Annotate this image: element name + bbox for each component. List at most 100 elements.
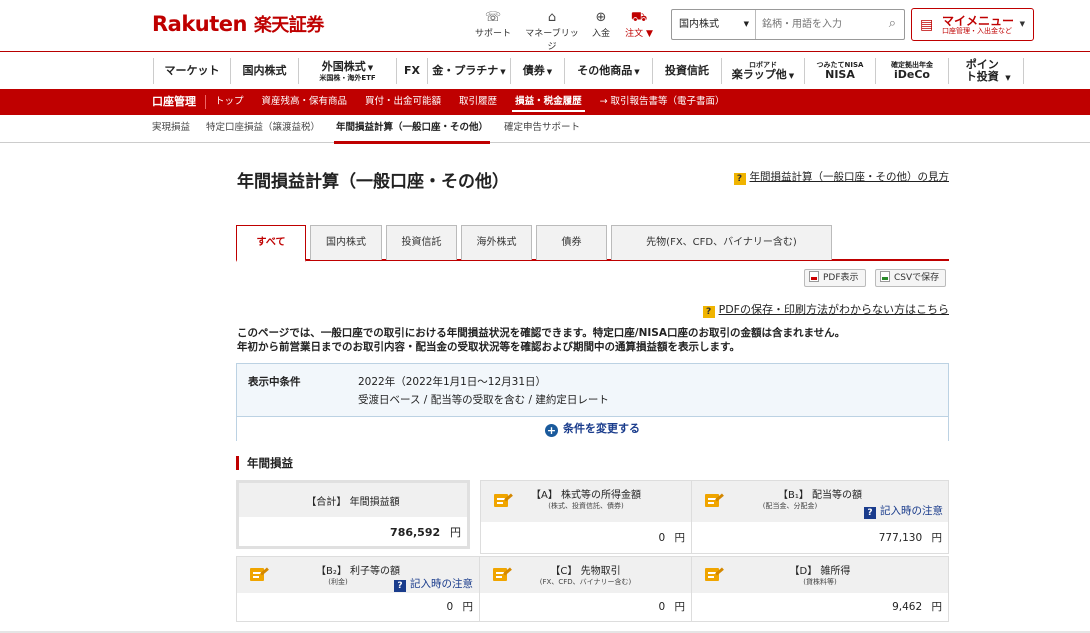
question-icon: ?: [394, 580, 406, 592]
b1-note-link[interactable]: ? 記入時の注意: [864, 503, 943, 519]
tab-domestic-stock[interactable]: 国内株式: [310, 225, 382, 260]
description-line: 年初から前営業日までのお取引内容・配当金の受取状況等を確認および期間中の通算損益…: [237, 341, 740, 353]
my-menu-button[interactable]: ▤ マイメニュー 口座管理・入出金など ▼: [911, 8, 1034, 41]
rakuten-logo[interactable]: Rakuten 楽天証券: [152, 11, 324, 37]
d-value: 9,462: [892, 601, 923, 613]
logo-en: Rakuten: [152, 12, 248, 36]
tab-futures[interactable]: 先物(FX、CFD、バイナリー含む): [611, 225, 832, 260]
gnav-foreign-stock[interactable]: 外国株式 ▼ 米国株・海外ETF: [298, 58, 396, 84]
gnav-robo[interactable]: ロボアド 楽ラップ他 ▼: [721, 58, 804, 84]
card-d-amount: 9,462 円: [892, 599, 942, 614]
memo-icon: [703, 567, 725, 583]
account-nav: 口座管理 トップ 資産残高・保有商品 買付・出金可能額 取引履歴 損益・税金履歴…: [0, 89, 1090, 115]
tab-bond[interactable]: 債券: [536, 225, 607, 260]
card-b1: 【B₁】 配当等の額 (配当金、分配金) ? 記入時の注意 777,130 円: [692, 480, 949, 554]
c-value: 0: [658, 601, 666, 613]
top-header: Rakuten 楽天証券 ☏ サポート ⌂ マネーブリッジ ⊕ 入金 ⛟ 注文 …: [0, 0, 1090, 52]
condition-options: 受渡日ベース / 配当等の受取を含む / 建約定日レート: [358, 394, 609, 406]
gnav-label: 金・プラチナ: [432, 63, 499, 77]
subnav-annual-pl[interactable]: 年間損益計算（一般口座・その他）: [330, 115, 494, 144]
card-total-amount: 786,592 円: [390, 524, 461, 540]
csv-button[interactable]: CSVで保存: [875, 269, 947, 287]
gnav-point[interactable]: ポイント投資 ▼: [948, 58, 1024, 84]
account-nav-lead[interactable]: 口座管理: [152, 89, 206, 115]
card-a-amount: 0 円: [658, 530, 685, 545]
b2-note-label: 記入時の注意: [410, 578, 473, 590]
b2-value: 0: [446, 601, 454, 613]
gnav-other[interactable]: その他商品 ▼: [564, 58, 652, 84]
question-icon: ?: [702, 306, 715, 318]
gnav-market[interactable]: マーケット: [153, 58, 230, 84]
b1-value: 777,130: [878, 532, 923, 544]
caret-down-icon: ▼: [634, 67, 640, 76]
b2-note-link[interactable]: ? 記入時の注意: [394, 576, 473, 592]
account-nav-top[interactable]: トップ: [206, 89, 253, 115]
question-icon: ?: [733, 173, 746, 185]
total-value: 786,592: [390, 526, 441, 539]
account-nav-assets[interactable]: 資産残高・保有商品: [253, 89, 357, 115]
card-d-name: 【D】 雑所得: [789, 566, 851, 577]
pdf-button-label: PDF表示: [823, 273, 859, 283]
caret-down-icon: ▼: [367, 63, 374, 72]
tab-fund[interactable]: 投資信託: [386, 225, 457, 260]
account-nav-reports[interactable]: → 取引報告書等（電子書面）: [591, 89, 734, 115]
search-box: 国内株式 ▼ ⌕: [671, 9, 905, 40]
support-link[interactable]: ☏ サポート: [473, 10, 513, 39]
pdf-button[interactable]: PDF表示: [804, 269, 866, 287]
memo-icon: [491, 567, 513, 583]
gnav-label: 外国株式: [321, 59, 366, 73]
card-d: 【D】 雑所得 (貸株料等) 9,462 円: [692, 556, 949, 622]
cart-icon: ⛟: [630, 10, 648, 25]
gnav-gold[interactable]: 金・プラチナ ▼: [427, 58, 510, 84]
question-icon: ?: [864, 507, 876, 519]
gnav-ideco[interactable]: 確定拠出年金 iDeCo: [875, 58, 948, 84]
tab-all[interactable]: すべて: [236, 225, 306, 262]
gnav-label: 債券: [522, 63, 545, 77]
search-category-value: 国内株式: [679, 19, 719, 30]
condition-panel: 表示中条件 2022年（2022年1月1日～12月31日） 受渡日ベース / 配…: [236, 363, 949, 441]
subnav-realized-pl[interactable]: 実現損益: [146, 115, 196, 143]
a-value: 0: [658, 532, 666, 544]
gnav-nisa[interactable]: つみたてNISA NISA: [804, 58, 875, 84]
gnav-label: ポイント投資: [965, 57, 999, 83]
account-nav-history[interactable]: 取引履歴: [450, 89, 506, 115]
gnav-fund[interactable]: 投資信託: [652, 58, 721, 84]
sub-nav: 実現損益 特定口座損益（譲渡益税） 年間損益計算（一般口座・その他） 確定申告サ…: [0, 115, 1090, 144]
gnav-bond[interactable]: 債券 ▼: [510, 58, 564, 84]
search-input[interactable]: [762, 16, 877, 33]
gnav-domestic-stock[interactable]: 国内株式: [230, 58, 298, 84]
b1-note-label: 記入時の注意: [880, 505, 943, 517]
card-b2-name: 【B₂】 利子等の額: [315, 566, 401, 577]
csv-button-label: CSVで保存: [894, 273, 940, 283]
deposit-link[interactable]: ⊕ 入金: [581, 10, 621, 39]
pdf-help-link[interactable]: ? PDFの保存・印刷方法がわからない方はこちら: [702, 301, 949, 318]
change-condition-button[interactable]: + 条件を変更する: [237, 416, 948, 441]
caret-down-icon: ▼: [743, 20, 749, 28]
page: Rakuten 楽天証券 ☏ サポート ⌂ マネーブリッジ ⊕ 入金 ⛟ 注文 …: [0, 0, 1090, 633]
tab-foreign-stock[interactable]: 海外株式: [461, 225, 532, 260]
order-menu[interactable]: ⛟ 注文 ▼: [619, 10, 659, 39]
gnav-fx[interactable]: FX: [396, 58, 427, 84]
product-tabs: すべて 国内株式 投資信託 海外株式 債券 先物(FX、CFD、バイナリー含む): [236, 225, 949, 262]
condition-label: 表示中条件: [248, 376, 301, 388]
b2-unit: 円: [462, 601, 474, 613]
card-c-amount: 0 円: [658, 599, 685, 614]
gnav-label: FX: [404, 64, 420, 77]
help-link[interactable]: ? 年間損益計算（一般口座・その他）の見方: [733, 169, 949, 185]
gnav-label: 国内株式: [242, 64, 287, 77]
subnav-specific-account[interactable]: 特定口座損益（譲渡益税）: [200, 115, 326, 143]
caret-down-icon: ▼: [1005, 73, 1011, 82]
account-nav-buying-power[interactable]: 買付・出金可能額: [356, 89, 450, 115]
card-header: 【D】 雑所得 (貸株料等): [692, 557, 948, 593]
card-b1-amount: 777,130 円: [879, 530, 942, 545]
subnav-tax-return[interactable]: 確定申告サポート: [498, 115, 586, 143]
account-nav-pl-tax[interactable]: 損益・税金履歴: [506, 89, 591, 115]
card-b2: 【B₂】 利子等の額 (利金) ? 記入時の注意 0 円: [236, 556, 480, 622]
bank-icon: ⌂: [547, 10, 557, 25]
search-icon[interactable]: ⌕: [889, 16, 896, 31]
caret-down-icon: ▼: [546, 67, 553, 76]
moneybridge-link[interactable]: ⌂ マネーブリッジ: [522, 10, 582, 52]
search-category-select[interactable]: 国内株式 ▼: [672, 10, 756, 39]
gnav-label: iDeCo: [894, 68, 930, 81]
moneybridge-label: マネーブリッジ: [525, 29, 579, 52]
